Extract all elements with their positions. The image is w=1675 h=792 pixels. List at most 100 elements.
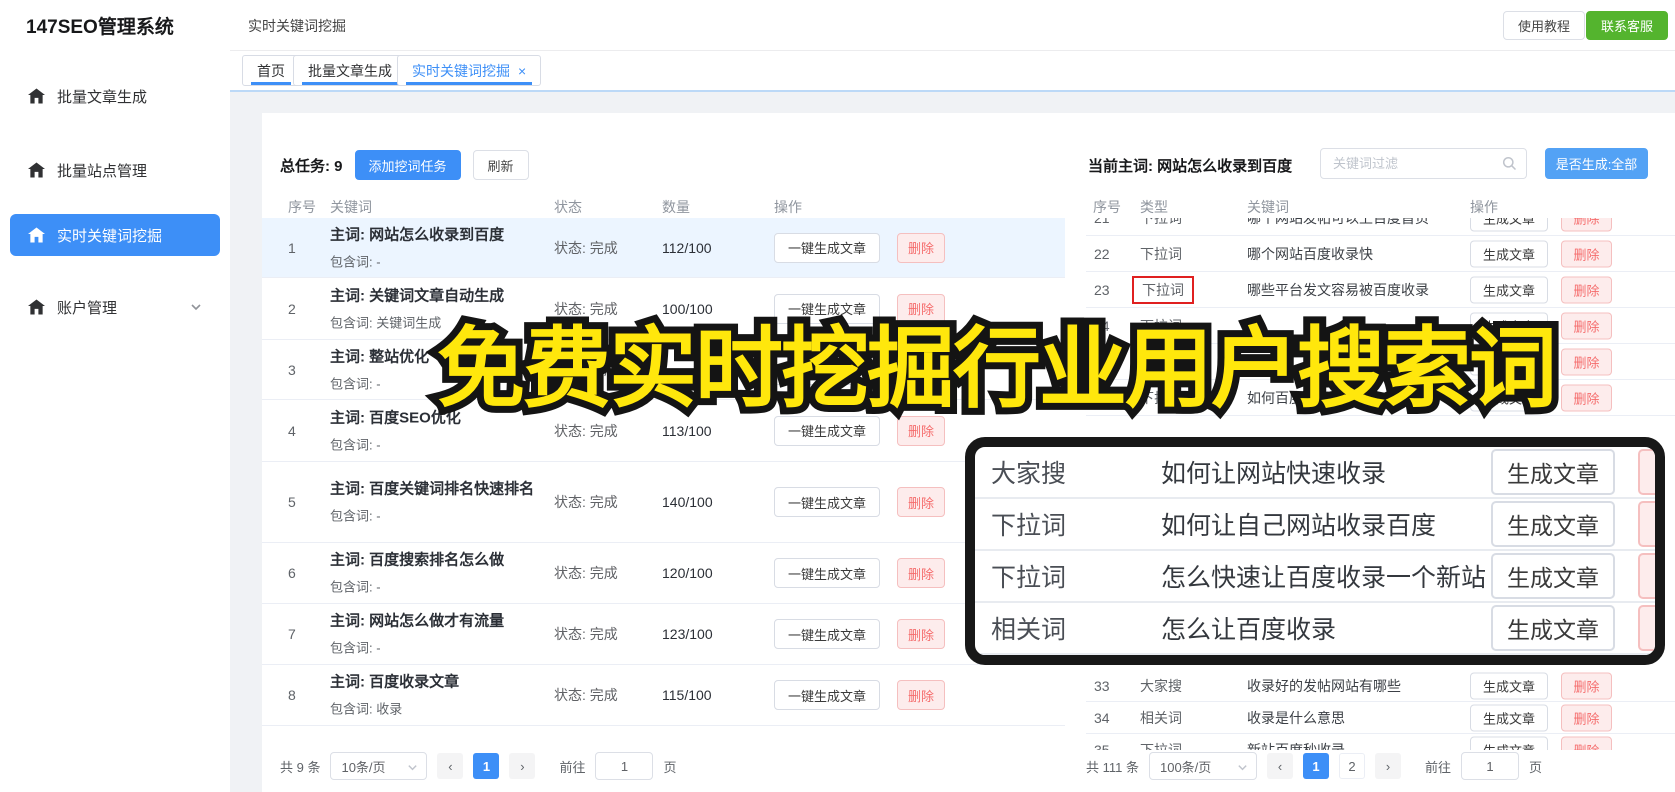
page-label: 页: [663, 759, 677, 775]
prev-page-button[interactable]: ‹: [437, 753, 464, 779]
sidebar-item[interactable]: 实时关键词挖掘: [10, 214, 220, 256]
generate-articles-button[interactable]: 一键生成文章: [774, 487, 880, 517]
keyword-row: 23 下拉词 哪些平台发文容易被百度收录 生成文章 删除: [1086, 272, 1675, 308]
generate-articles-button[interactable]: 一键生成文章: [774, 680, 880, 710]
status-text: 状态: 完成: [554, 494, 618, 510]
delete-button[interactable]: 删除: [897, 354, 945, 385]
page-number-button[interactable]: 1: [473, 753, 500, 779]
delete-button[interactable]: 删除: [1638, 501, 1655, 547]
generate-articles-button[interactable]: 一键生成文章: [774, 354, 880, 385]
generate-articles-button[interactable]: 一键生成文章: [774, 558, 880, 588]
refresh-button[interactable]: 刷新: [472, 150, 529, 180]
main-keyword: 主词: 百度关键词排名快速排名: [330, 480, 535, 498]
status-text: 状态: 完成: [554, 361, 618, 378]
delete-button[interactable]: 删除: [1561, 312, 1612, 339]
page-size-select[interactable]: 100条/页: [1148, 752, 1257, 780]
contains-words: 包含词: -: [330, 579, 381, 595]
sidebar: 147SEO管理系统 批量文章生成 批量站点管理 实时关键词挖掘 账户管理: [0, 0, 230, 792]
tab-batch-articles[interactable]: 批量文章生成: [293, 55, 407, 86]
task-row: 5 主词: 百度关键词排名快速排名 包含词: - 状态: 完成 140/100 …: [262, 462, 1065, 543]
sidebar-item-label: 账户管理: [57, 299, 118, 317]
add-task-button[interactable]: 添加挖词任务: [354, 150, 461, 180]
generate-article-button[interactable]: 生成文章: [1470, 736, 1548, 750]
next-page-button[interactable]: ›: [1374, 753, 1401, 779]
delete-button[interactable]: 删除: [1561, 218, 1612, 231]
delete-button[interactable]: 删除: [1561, 704, 1612, 731]
row-index: 33: [1094, 677, 1110, 694]
sidebar-item[interactable]: 批量站点管理: [10, 149, 220, 191]
status-text: 状态: 完成: [554, 422, 618, 439]
delete-button[interactable]: 删除: [1561, 240, 1612, 267]
col-count: 数量: [662, 199, 690, 215]
generate-article-button[interactable]: 生成文章: [1491, 553, 1615, 599]
delete-button[interactable]: 删除: [1561, 348, 1612, 375]
delete-button[interactable]: 删除: [897, 232, 945, 263]
page-size-select[interactable]: 10条/页: [330, 752, 428, 780]
close-icon[interactable]: ×: [518, 63, 526, 79]
col-action: 操作: [774, 199, 802, 215]
page-number-button[interactable]: 2: [1338, 753, 1365, 779]
inset-keyword-row: 下拉词 怎么快速让百度收录一个新站 生成文章 删除: [975, 551, 1655, 603]
generate-article-button[interactable]: 生成文章: [1470, 218, 1548, 231]
keyword-text: 怎么让百度收录: [1161, 616, 1337, 644]
generate-filter-button[interactable]: 是否生成:全部: [1545, 148, 1648, 179]
prev-page-button[interactable]: ‹: [1266, 753, 1293, 779]
contains-words: 包含词: -: [330, 376, 381, 391]
keyword-type: 下拉词: [991, 564, 1067, 592]
delete-button[interactable]: 删除: [1638, 449, 1655, 495]
sidebar-item[interactable]: 批量文章生成: [10, 75, 220, 117]
main-keyword: 主词: 关键词文章自动生成: [330, 287, 505, 304]
tutorial-button[interactable]: 使用教程: [1502, 11, 1585, 40]
count-text: 100/100: [662, 300, 713, 317]
delete-button[interactable]: 删除: [1638, 553, 1655, 599]
delete-button[interactable]: 删除: [897, 487, 945, 517]
tab-home[interactable]: 首页: [242, 55, 300, 86]
delete-button[interactable]: 删除: [1561, 672, 1612, 699]
generate-articles-button[interactable]: 一键生成文章: [774, 293, 880, 324]
generate-article-button[interactable]: 生成文章: [1470, 348, 1548, 375]
status-text: 状态: 完成: [554, 239, 618, 256]
sidebar-item[interactable]: 账户管理: [10, 286, 220, 328]
goto-page-input[interactable]: [1461, 752, 1519, 780]
keyword-type: 下拉词: [1140, 245, 1182, 262]
page-label: 页: [1529, 759, 1543, 775]
generate-article-button[interactable]: 生成文章: [1470, 672, 1548, 699]
delete-button[interactable]: 删除: [897, 680, 945, 710]
main-keyword: 主词: 网站怎么收录到百度: [330, 226, 505, 243]
delete-button[interactable]: 删除: [897, 558, 945, 588]
generate-article-button[interactable]: 生成文章: [1491, 501, 1615, 547]
contact-support-button[interactable]: 联系客服: [1585, 11, 1668, 40]
page-number-button[interactable]: 1: [1302, 753, 1329, 779]
generate-article-button[interactable]: 生成文章: [1470, 312, 1548, 339]
generate-article-button[interactable]: 生成文章: [1470, 276, 1548, 303]
generate-articles-button[interactable]: 一键生成文章: [774, 415, 880, 446]
delete-button[interactable]: 删除: [897, 619, 945, 649]
generate-article-button[interactable]: 生成文章: [1491, 449, 1615, 495]
keywords-table-bottom: 33 大家搜 收录好的发帖网站有哪些 生成文章 删除 34 相关词 收录是什么意…: [1086, 670, 1675, 750]
delete-button[interactable]: 删除: [1561, 384, 1612, 411]
tab-keyword-mining[interactable]: 实时关键词挖掘 ×: [397, 55, 542, 86]
keyword-type: 下拉词: [991, 512, 1067, 540]
next-page-button[interactable]: ›: [509, 753, 536, 779]
generate-articles-button[interactable]: 一键生成文章: [774, 619, 880, 649]
contains-words: 包含词: -: [330, 437, 381, 452]
main-keyword: 主词: 百度搜索排名怎么做: [330, 551, 505, 569]
chevron-down-icon: [1238, 765, 1247, 771]
row-index: 35: [1094, 741, 1110, 751]
keyword-row: 22 下拉词 哪个网站百度收录快 生成文章 删除: [1086, 236, 1675, 272]
contains-words: 包含词: -: [330, 254, 381, 269]
generate-article-button[interactable]: 生成文章: [1470, 704, 1548, 731]
current-main-keyword: 当前主词: 网站怎么收录到百度: [1088, 158, 1293, 175]
keyword-filter-input[interactable]: [1320, 148, 1527, 179]
delete-button[interactable]: 删除: [1561, 276, 1612, 303]
goto-page-input[interactable]: [595, 752, 654, 780]
delete-button[interactable]: 删除: [897, 293, 945, 324]
generate-article-button[interactable]: 生成文章: [1470, 384, 1548, 411]
delete-button[interactable]: 删除: [897, 415, 945, 446]
delete-button[interactable]: 删除: [1638, 605, 1655, 651]
inset-keyword-row: 下拉词 如何让自己网站收录百度 生成文章 删除: [975, 499, 1655, 551]
delete-button[interactable]: 删除: [1561, 736, 1612, 750]
generate-article-button[interactable]: 生成文章: [1491, 605, 1615, 651]
generate-articles-button[interactable]: 一键生成文章: [774, 232, 880, 263]
generate-article-button[interactable]: 生成文章: [1470, 240, 1548, 267]
